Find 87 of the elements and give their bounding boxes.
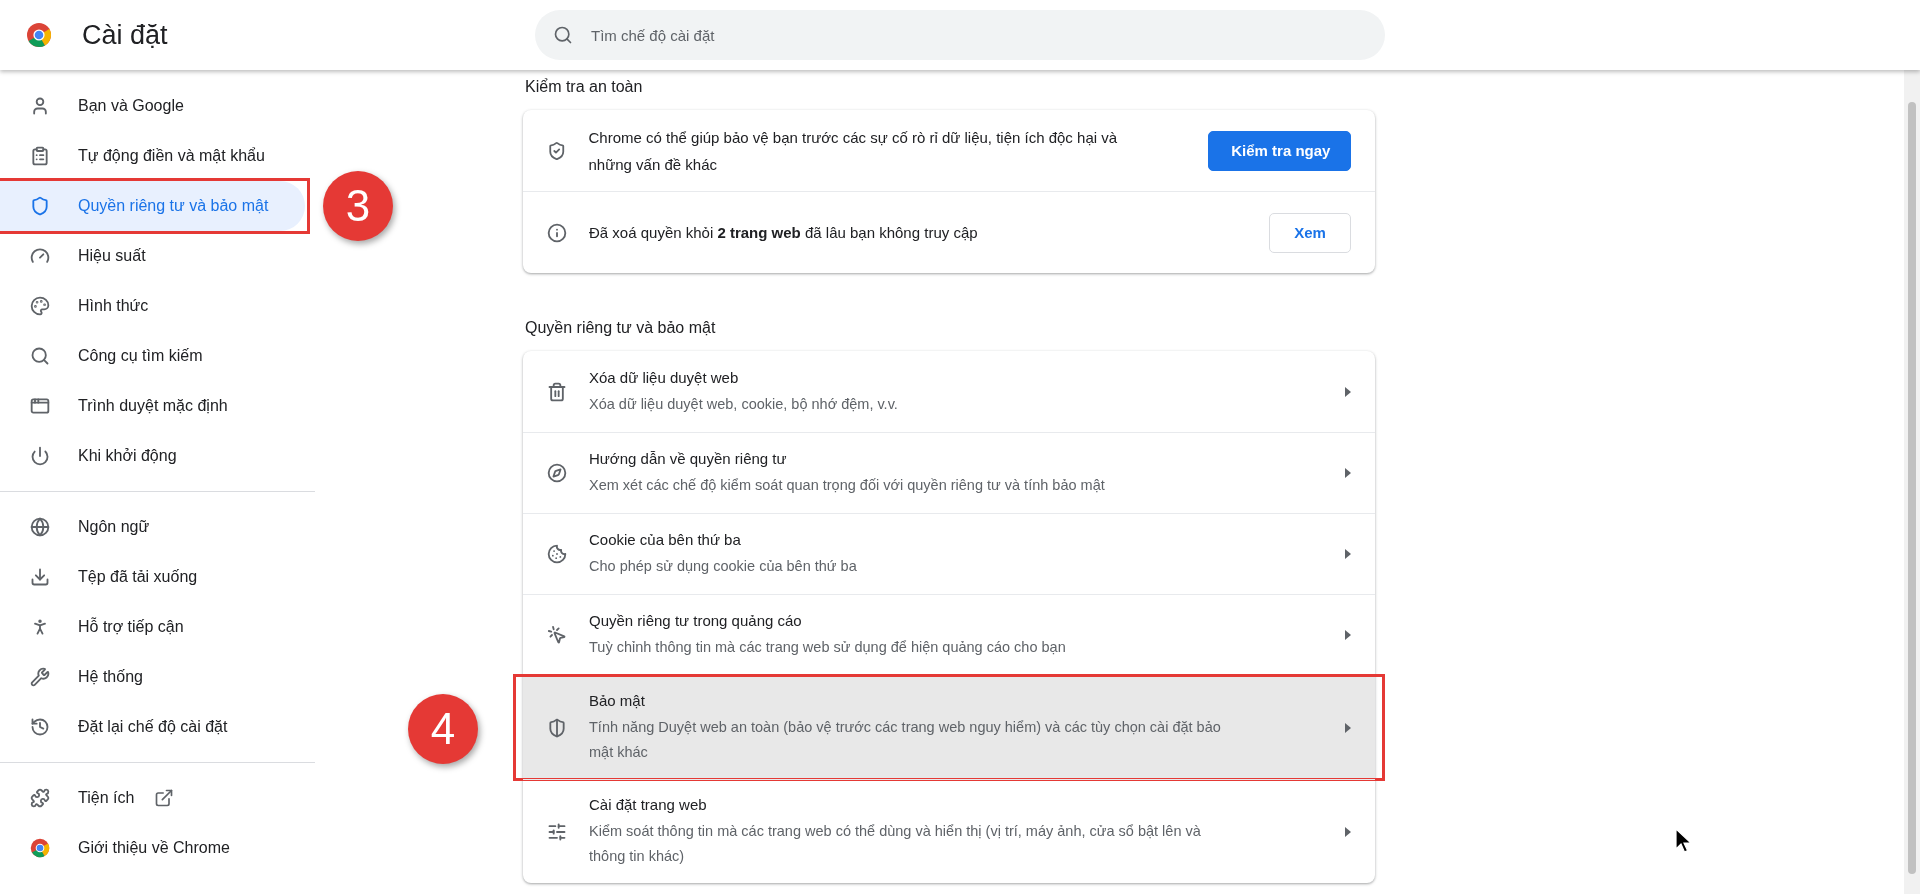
step-number: 4 — [408, 694, 478, 764]
person-icon — [30, 96, 50, 116]
sidebar-item[interactable]: Khi khởi động — [0, 431, 305, 481]
puzzle-icon — [30, 788, 50, 808]
safety-check-text: Chrome có thể giúp bảo vệ bạn trước các sự cố rò rỉ dữ liệu, tiện ích độc hại và những vấn đề khác — [588, 127, 1119, 175]
sidebar-item[interactable]: Công cụ tìm kiếm — [0, 331, 305, 381]
trash-icon — [547, 381, 567, 402]
browser-window-icon — [30, 396, 50, 416]
arrow-right-icon — [1345, 722, 1351, 733]
sidebar-item-label: Giới thiệu về Chrome — [78, 839, 230, 857]
sidebar-item-label: Công cụ tìm kiếm — [78, 347, 203, 365]
row-description: Tính năng Duyệt web an toàn (bảo vệ trước các trang web nguy hiểm) và các tùy chọn cài đặt bảo mật khác — [589, 718, 1222, 762]
section-title: Kiểm tra an toàn — [524, 77, 644, 97]
palette-icon — [30, 296, 50, 316]
sliders-icon — [547, 821, 567, 842]
sidebar-item[interactable]: Hình thức — [0, 281, 305, 331]
sidebar-item-label: Khi khởi động — [78, 447, 177, 465]
sidebar-item[interactable]: Ngôn ngữ — [0, 502, 305, 552]
sidebar-item[interactable]: Tệp đã tải xuống — [0, 552, 305, 602]
sidebar-item-label: Ngôn ngữ — [78, 518, 150, 536]
row-title: Bảo mật — [589, 691, 645, 711]
sidebar-item-label: Hỗ trợ tiếp cận — [78, 618, 184, 636]
sidebar-item[interactable]: Đặt lại chế độ cài đặt — [0, 702, 305, 752]
row-title: Quyền riêng tư trong quảng cáo — [589, 611, 802, 631]
row-description: Cho phép sử dụng cookie của bên thứ ba — [589, 557, 857, 576]
search-field[interactable]: Tìm chế độ cài đặt — [535, 10, 1385, 60]
sidebar-item[interactable]: Giới thiệu về Chrome — [0, 823, 305, 873]
history-icon — [30, 717, 50, 737]
chrome-logo-icon — [30, 838, 50, 858]
safety-check-text: Đã xoá quyền khỏi 2 trang web đã lâu bạn không truy cập — [589, 223, 979, 243]
search-icon — [30, 346, 50, 366]
arrow-right-icon — [1345, 386, 1351, 397]
sidebar-item[interactable]: Trình duyệt mặc định — [0, 381, 305, 431]
row-title: Cài đặt trang web — [589, 795, 707, 815]
settings-row[interactable]: Xóa dữ liệu duyệt web Xóa dữ liệu duyệt web, cookie, bộ nhớ đệm, v.v. — [523, 351, 1375, 432]
sidebar-item-label: Tệp đã tải xuống — [78, 568, 198, 586]
shield-icon — [30, 196, 50, 216]
compass-icon — [547, 463, 567, 483]
pointer-click-icon — [547, 625, 567, 645]
row-description: Xóa dữ liệu duyệt web, cookie, bộ nhớ đệm, v.v. — [589, 394, 898, 414]
action-button[interactable]: Kiểm tra ngay — [1208, 130, 1351, 171]
shield-check-icon — [547, 140, 567, 161]
sidebar-item-label: Trình duyệt mặc định — [78, 397, 228, 415]
sidebar-item-label: Hiệu suất — [78, 247, 146, 265]
action-button[interactable]: Xem — [1269, 212, 1351, 253]
sidebar-item[interactable]: Tiện ích — [0, 773, 305, 823]
sidebar-item-label: Bạn và Google — [78, 97, 184, 115]
sidebar-item-label: Hình thức — [78, 297, 149, 315]
chrome-logo-icon — [26, 22, 52, 48]
row-description: Xem xét các chế độ kiểm soát quan trọng đối với quyền riêng tư và tính bảo mật — [589, 476, 1105, 495]
shield-icon — [547, 717, 567, 738]
info-icon — [547, 222, 567, 243]
arrow-right-icon — [1345, 549, 1351, 559]
settings-row[interactable]: Hướng dẫn về quyền riêng tư Xem xét các chế độ kiểm soát quan trọng đối với quyền riêng tư và tính bảo mật — [523, 432, 1375, 513]
globe-icon — [30, 517, 50, 537]
sidebar-item[interactable]: Hỗ trợ tiếp cận — [0, 602, 305, 652]
gauge-icon — [30, 246, 50, 266]
sidebar-item-label: Quyền riêng tư và bảo mật — [78, 197, 269, 215]
settings-row[interactable]: Cài đặt trang web Kiểm soát thông tin mà các trang web có thể dùng và hiển thị (vị trí, máy ảnh, cửa sổ bật lên và thông tin khác) — [523, 779, 1375, 883]
scrollbar[interactable] — [1904, 70, 1920, 894]
step-number: 3 — [323, 171, 393, 241]
row-title: Hướng dẫn về quyền riêng tư — [589, 449, 787, 469]
arrow-right-icon — [1345, 468, 1351, 478]
section-title: Quyền riêng tư và bảo mật — [524, 318, 717, 338]
sidebar-item-label: Tự động điền và mật khẩu — [78, 147, 265, 165]
clipboard-icon — [30, 146, 50, 166]
wrench-icon — [30, 667, 50, 687]
row-title: Xóa dữ liệu duyệt web — [589, 367, 739, 388]
cookie-icon — [547, 544, 567, 564]
arrow-right-icon — [1345, 826, 1351, 837]
power-icon — [30, 446, 50, 466]
settings-row[interactable]: Quyền riêng tư trong quảng cáo Tuỳ chỉnh thông tin mà các trang web sử dụng để hiện quảng cáo cho bạn — [523, 594, 1375, 675]
page-title: Cài đặt — [82, 19, 168, 51]
mouse-cursor-icon — [1675, 828, 1693, 854]
download-icon — [30, 567, 50, 587]
external-link-icon — [154, 788, 175, 808]
sidebar-item-label: Hệ thống — [78, 668, 143, 686]
row-title: Cookie của bên thứ ba — [589, 530, 741, 550]
arrow-right-icon — [1345, 630, 1351, 640]
sidebar-item-label: Tiện ích — [78, 789, 135, 807]
search-icon — [553, 25, 573, 45]
sidebar-item-label: Đặt lại chế độ cài đặt — [78, 718, 228, 736]
row-description: Tuỳ chỉnh thông tin mà các trang web sử dụng để hiện quảng cáo cho bạn — [589, 638, 1066, 657]
sidebar-item[interactable]: Bạn và Google — [0, 81, 305, 131]
settings-row[interactable]: Cookie của bên thứ ba Cho phép sử dụng cookie của bên thứ ba — [523, 513, 1375, 594]
row-description: Kiểm soát thông tin mà các trang web có thể dùng và hiển thị (vị trí, máy ảnh, cửa sổ bật lên và thông tin khác) — [589, 822, 1202, 866]
sidebar-item[interactable]: Hệ thống — [0, 652, 305, 702]
